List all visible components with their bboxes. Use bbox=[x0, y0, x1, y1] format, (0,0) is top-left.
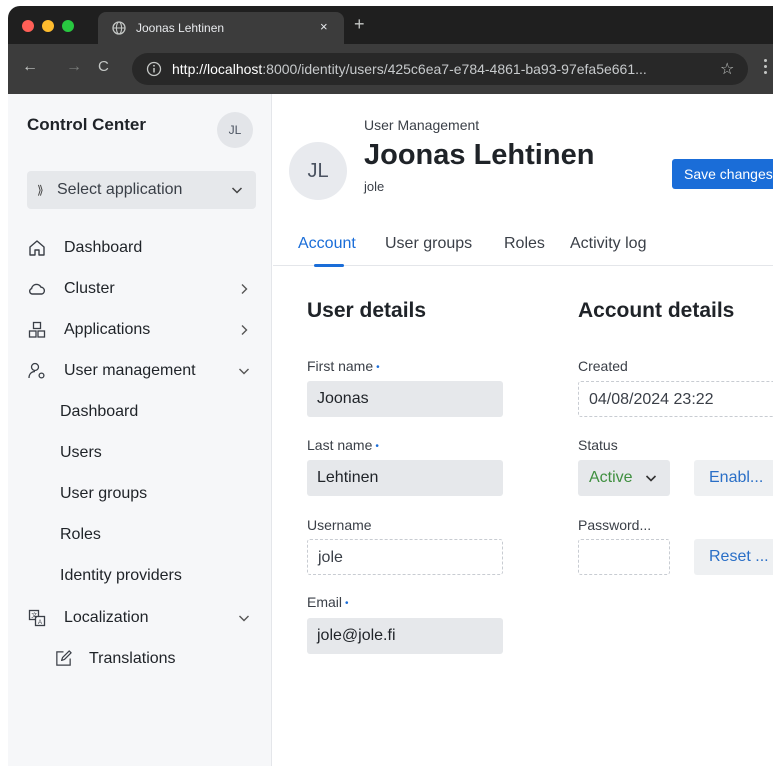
svg-text:文: 文 bbox=[31, 612, 37, 620]
sidebar-subitem-label: Translations bbox=[89, 650, 176, 667]
sidebar-subitem-label: Roles bbox=[60, 526, 101, 543]
applications-icon bbox=[28, 321, 46, 338]
edit-icon bbox=[56, 650, 72, 666]
home-icon bbox=[29, 240, 45, 256]
sidebar-subitem-label: Identity providers bbox=[60, 567, 182, 584]
back-icon[interactable]: ← bbox=[22, 59, 38, 75]
app: Control Center JL ⟫ Select application D… bbox=[8, 94, 773, 766]
reload-icon[interactable]: C bbox=[98, 59, 109, 75]
sidebar-subitem-label: User groups bbox=[60, 485, 148, 502]
tab-bar: Account User groups Roles Activity log bbox=[273, 224, 773, 267]
tab-title: Joonas Lehtinen bbox=[136, 21, 225, 35]
enable-button[interactable]: Enabl... bbox=[694, 460, 773, 496]
user-details-title: User details bbox=[307, 299, 427, 322]
application-select[interactable]: ⟫ Select application bbox=[27, 171, 256, 209]
bookmark-star-icon[interactable]: ☆ bbox=[720, 59, 734, 79]
sidebar-item-label: User management bbox=[64, 362, 196, 379]
tab-activity-log[interactable]: Activity log bbox=[570, 235, 646, 253]
url-text: http://localhost:8000/identity/users/425… bbox=[172, 61, 647, 77]
sidebar-item-cluster[interactable]: Cluster bbox=[8, 269, 272, 310]
sidebar-subitem-user-groups[interactable]: User groups bbox=[8, 474, 272, 515]
info-icon[interactable] bbox=[146, 61, 162, 77]
user-settings-icon bbox=[28, 362, 45, 379]
first-name-label: First name • bbox=[307, 358, 380, 374]
tab-user-groups[interactable]: User groups bbox=[385, 235, 472, 253]
user-avatar[interactable]: JL bbox=[217, 112, 253, 148]
sidebar-subitem-label: Dashboard bbox=[60, 403, 139, 420]
sidebar-item-localization[interactable]: 文 A Localization bbox=[8, 598, 272, 639]
cloud-icon bbox=[29, 283, 46, 295]
page-subtitle: jole bbox=[364, 179, 385, 194]
email-field[interactable]: jole@jole.fi bbox=[307, 618, 503, 654]
translate-icon: 文 A bbox=[28, 609, 46, 627]
sidebar-item-user-management[interactable]: User management bbox=[8, 351, 272, 392]
sidebar-subitem-identity-providers[interactable]: Identity providers bbox=[8, 556, 272, 597]
close-tab-icon[interactable]: × bbox=[320, 19, 328, 34]
chevron-down-icon bbox=[239, 368, 249, 375]
active-tab-indicator bbox=[314, 264, 344, 267]
chevron-down-icon bbox=[231, 187, 243, 194]
sidebar-item-label: Applications bbox=[64, 321, 151, 338]
status-value: Active bbox=[589, 469, 633, 486]
app-title: Control Center bbox=[27, 115, 146, 134]
sidebar-subitem-translations[interactable]: Translations bbox=[8, 639, 272, 680]
created-label: Created bbox=[578, 358, 628, 374]
username-field: jole bbox=[307, 539, 503, 575]
required-marker: • bbox=[376, 361, 380, 373]
sidebar: Control Center JL ⟫ Select application D… bbox=[8, 94, 272, 766]
email-label: Email • bbox=[307, 594, 349, 610]
new-tab-icon[interactable]: + bbox=[354, 14, 365, 35]
application-select-icon: ⟫ bbox=[37, 183, 44, 197]
address-bar[interactable]: http://localhost:8000/identity/users/425… bbox=[132, 53, 748, 85]
sidebar-item-applications[interactable]: Applications bbox=[8, 310, 272, 351]
status-select[interactable]: Active bbox=[578, 460, 670, 496]
chevron-right-icon bbox=[241, 325, 248, 335]
account-details-title: Account details bbox=[578, 299, 735, 322]
chevron-down-icon bbox=[645, 475, 657, 482]
avatar: JL bbox=[289, 142, 347, 200]
forward-icon[interactable]: → bbox=[66, 59, 82, 75]
password-field bbox=[578, 539, 670, 575]
last-name-label: Last name • bbox=[307, 437, 379, 453]
page-title: Joonas Lehtinen bbox=[364, 139, 595, 171]
sidebar-subitem-label: Users bbox=[60, 444, 102, 461]
chevron-down-icon bbox=[239, 615, 249, 622]
password-label: Password... bbox=[578, 517, 652, 533]
globe-icon bbox=[112, 21, 126, 35]
svg-text:A: A bbox=[38, 620, 42, 626]
sidebar-subitem-roles[interactable]: Roles bbox=[8, 515, 272, 556]
created-field: 04/08/2024 23:22 bbox=[578, 381, 773, 417]
sidebar-item-label: Cluster bbox=[64, 280, 115, 297]
browser-toolbar: ← → C http://localhost:8000/identity/use… bbox=[8, 44, 773, 94]
username-label: Username bbox=[307, 517, 372, 533]
required-marker: • bbox=[345, 597, 349, 609]
browser-menu-icon[interactable] bbox=[764, 59, 768, 77]
minimize-window-button[interactable] bbox=[42, 20, 54, 32]
breadcrumb[interactable]: User Management bbox=[364, 117, 479, 133]
first-name-field[interactable]: Joonas bbox=[307, 381, 503, 417]
tab-account[interactable]: Account bbox=[298, 235, 356, 253]
tab-roles[interactable]: Roles bbox=[504, 235, 545, 253]
sidebar-subitem-dashboard[interactable]: Dashboard bbox=[8, 392, 272, 433]
maximize-window-button[interactable] bbox=[62, 20, 74, 32]
save-button[interactable]: Save changes bbox=[672, 159, 773, 189]
sidebar-subitem-users[interactable]: Users bbox=[8, 433, 272, 474]
close-window-button[interactable] bbox=[22, 20, 34, 32]
last-name-field[interactable]: Lehtinen bbox=[307, 460, 503, 496]
browser-tab[interactable]: Joonas Lehtinen × bbox=[98, 12, 344, 44]
required-marker: • bbox=[375, 440, 379, 452]
reset-password-button[interactable]: Reset ... bbox=[694, 539, 773, 575]
chevron-right-icon bbox=[241, 284, 248, 294]
browser-window: Joonas Lehtinen × + ← → C http://localho… bbox=[8, 6, 773, 766]
sidebar-item-label: Dashboard bbox=[64, 239, 143, 256]
sidebar-item-dashboard[interactable]: Dashboard bbox=[8, 228, 272, 269]
application-select-label: Select application bbox=[57, 181, 183, 198]
browser-tab-bar: Joonas Lehtinen × + bbox=[8, 6, 773, 44]
main-content: User Management JL Joonas Lehtinen jole … bbox=[273, 94, 773, 766]
sidebar-item-label: Localization bbox=[64, 609, 149, 626]
status-label: Status bbox=[578, 437, 618, 453]
